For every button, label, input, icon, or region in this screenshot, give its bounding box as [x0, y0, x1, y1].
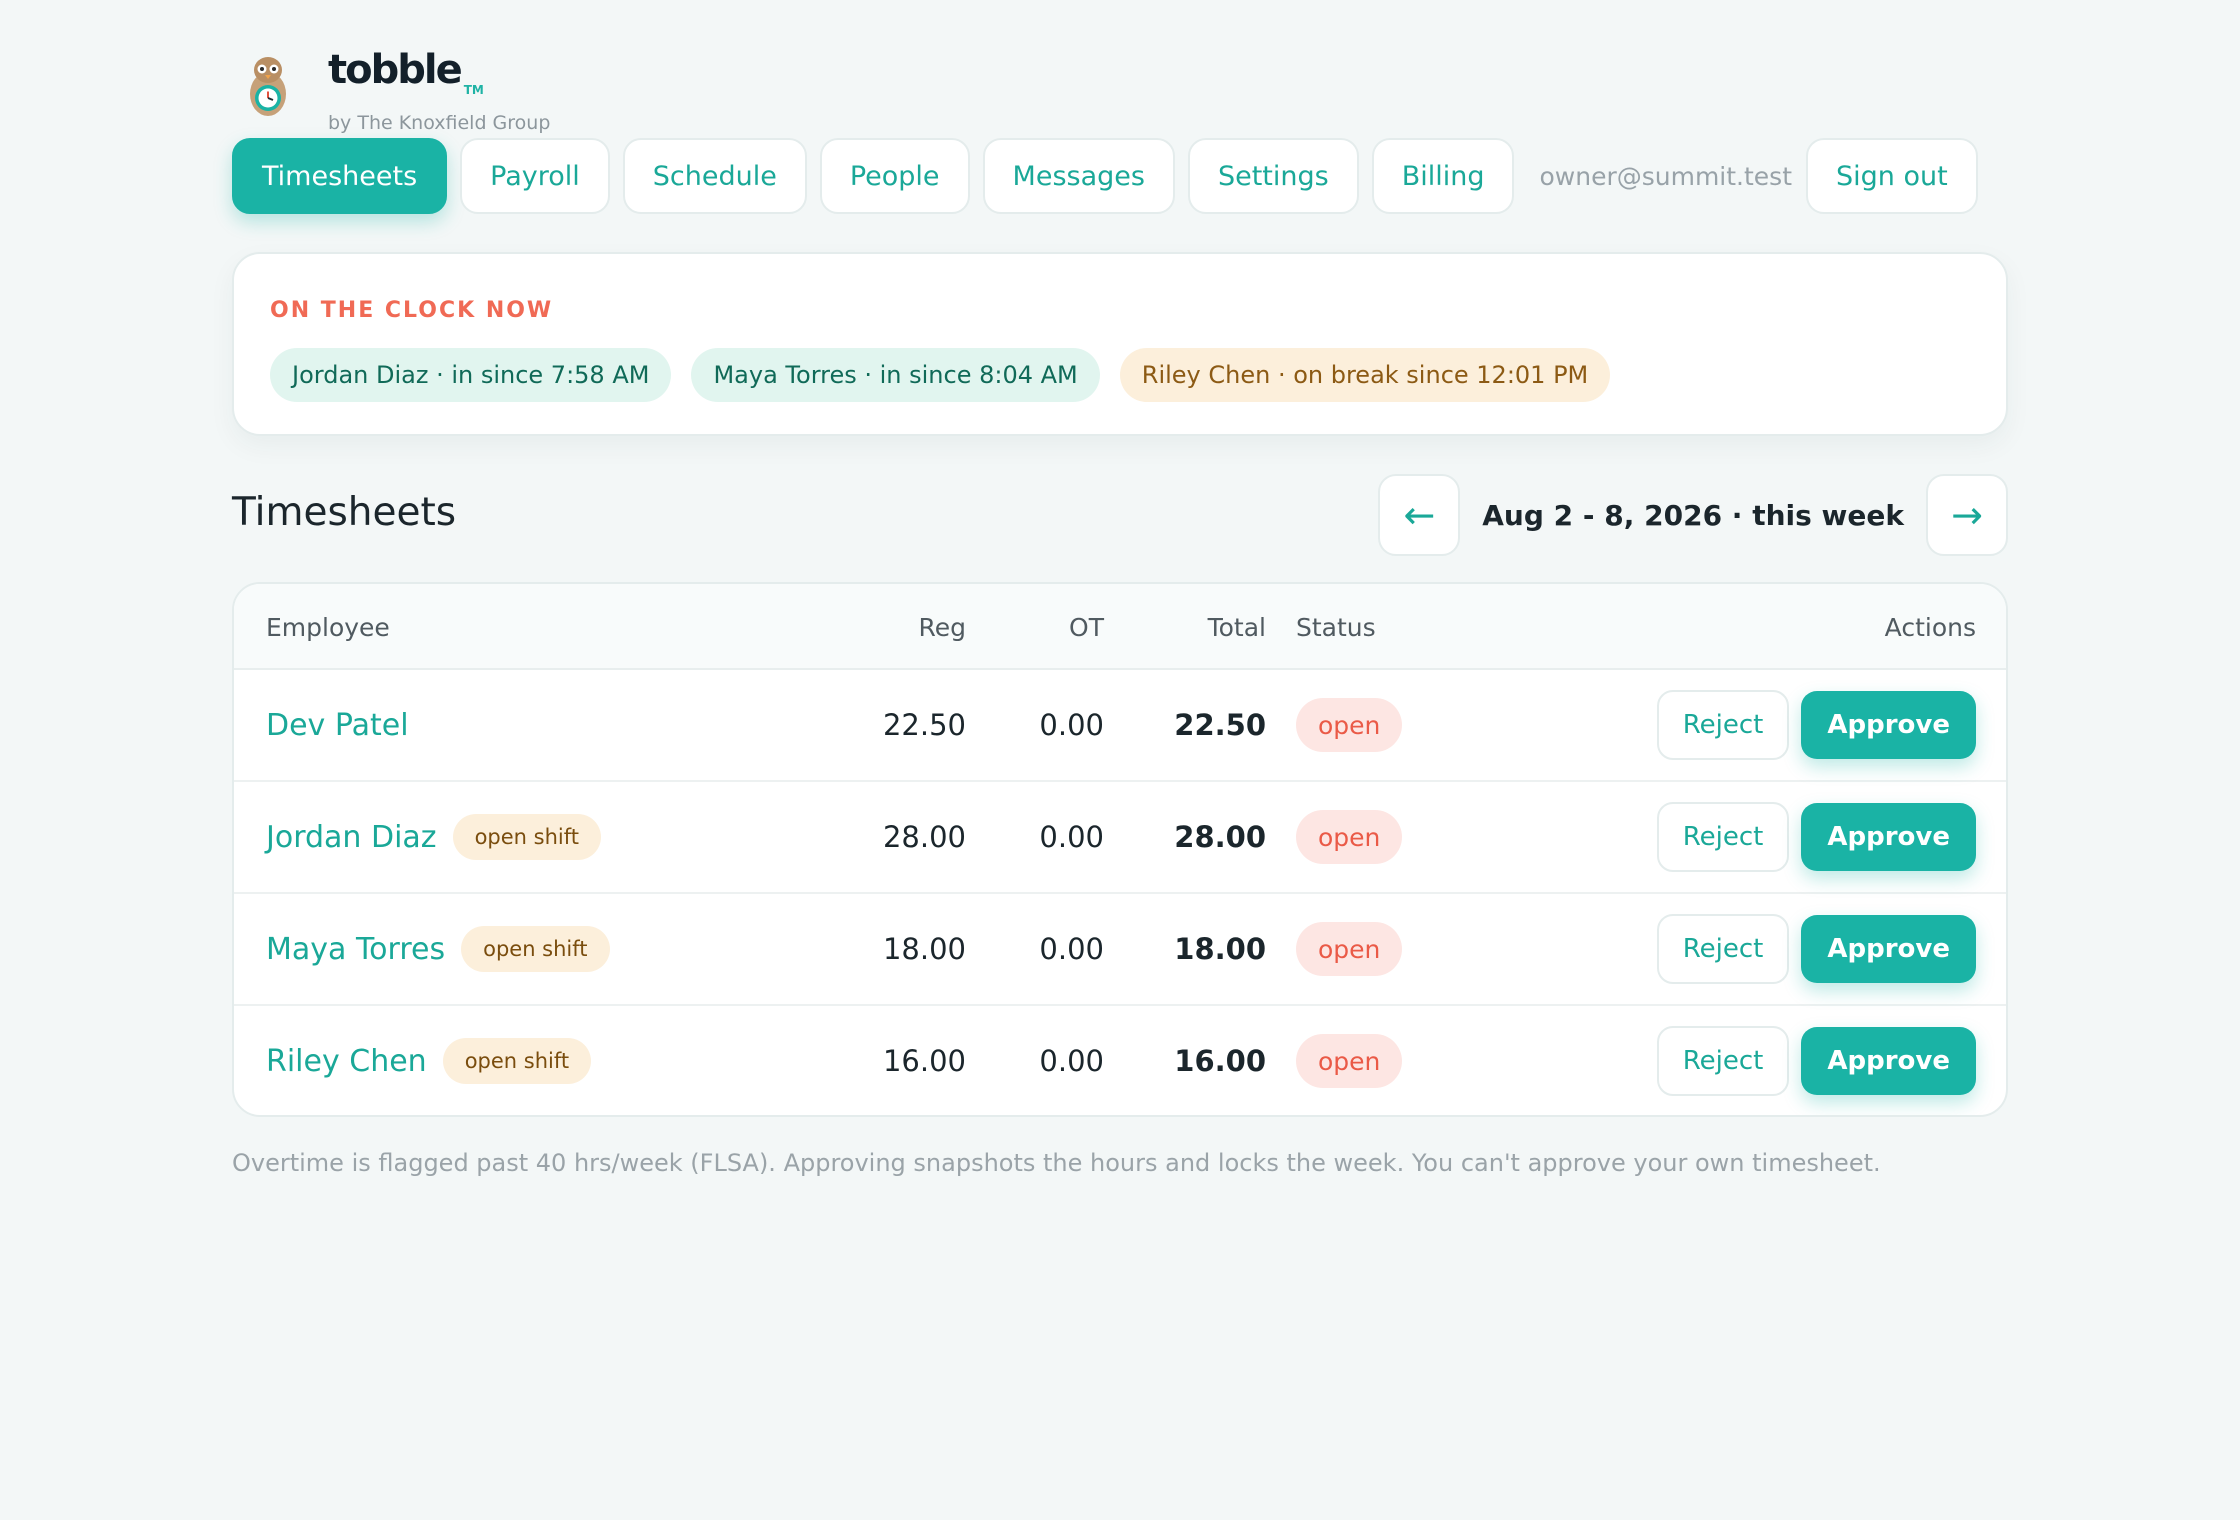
week-navigator: ← Aug 2 - 8, 2026 · this week →	[1378, 474, 2008, 556]
column-header-status: Status	[1296, 612, 1376, 642]
wordmark: tobble TM	[328, 46, 550, 114]
open-shift-badge: open shift	[452, 814, 601, 860]
timesheets-table: Employee Reg OT Total Status Actions Dev…	[232, 582, 2008, 1117]
column-header-total: Total	[1207, 612, 1266, 642]
column-header-employee: Employee	[266, 612, 390, 642]
brand-name: tobble	[328, 47, 463, 93]
clock-entry: Jordan Diaz · in since 7:58 AM	[270, 348, 672, 402]
status-badge: open	[1296, 922, 1403, 976]
approve-button[interactable]: Approve	[1801, 691, 1976, 759]
employee-name-link[interactable]: Dev Patel	[266, 708, 409, 743]
column-header-actions: Actions	[1884, 612, 1976, 642]
on-the-clock-card: ON THE CLOCK NOW Jordan Diaz · in since …	[232, 252, 2008, 436]
table-row: Riley Chen open shift 16.00 0.00 16.00 o…	[234, 1006, 2006, 1115]
arrow-right-icon: →	[1951, 493, 1983, 537]
arrow-left-icon: ←	[1403, 493, 1436, 537]
employee-name-link[interactable]: Maya Torres	[266, 932, 445, 967]
clock-entry: Riley Chen · on break since 12:01 PM	[1119, 348, 1611, 402]
nav-payroll[interactable]: Payroll	[460, 138, 610, 214]
mascot-logo-icon	[246, 54, 290, 118]
nav-people[interactable]: People	[819, 138, 970, 214]
ot-hours: 0.00	[1039, 1044, 1104, 1078]
open-shift-badge: open shift	[442, 1038, 592, 1084]
reg-hours: 16.00	[882, 1044, 966, 1078]
nav-timesheets[interactable]: Timesheets	[232, 138, 448, 214]
sign-out-button[interactable]: Sign out	[1806, 138, 1978, 214]
brand: tobble TM by The Knoxfield Group	[246, 46, 550, 134]
ot-hours: 0.00	[1039, 820, 1104, 854]
status-badge: open	[1296, 698, 1403, 752]
total-hours: 22.50	[1174, 708, 1266, 742]
column-header-ot: OT	[1069, 612, 1104, 642]
on-the-clock-title: ON THE CLOCK NOW	[270, 298, 554, 323]
open-shift-badge: open shift	[461, 926, 610, 972]
brand-byline: by The Knoxfield Group	[328, 112, 551, 134]
table-row: Jordan Diaz open shift 28.00 0.00 28.00 …	[234, 782, 2006, 894]
previous-week-button[interactable]: ←	[1378, 474, 1461, 556]
nav-settings[interactable]: Settings	[1187, 138, 1359, 214]
nav-messages[interactable]: Messages	[982, 138, 1175, 214]
nav-schedule[interactable]: Schedule	[622, 138, 807, 214]
status-badge: open	[1296, 810, 1403, 864]
total-hours: 16.00	[1174, 1044, 1266, 1078]
table-row: Maya Torres open shift 18.00 0.00 18.00 …	[234, 894, 2006, 1006]
table-header: Employee Reg OT Total Status Actions	[234, 584, 2006, 670]
reject-button[interactable]: Reject	[1656, 914, 1790, 984]
approve-button[interactable]: Approve	[1801, 1027, 1976, 1095]
reg-hours: 22.50	[882, 708, 966, 742]
next-week-button[interactable]: →	[1926, 474, 2008, 556]
on-the-clock-list: Jordan Diaz · in since 7:58 AM Maya Torr…	[270, 348, 1630, 402]
user-email: owner@summit.test	[1539, 161, 1793, 191]
column-header-reg: Reg	[918, 612, 967, 642]
clock-entry: Maya Torres · in since 8:04 AM	[691, 348, 1100, 402]
reg-hours: 18.00	[882, 932, 966, 966]
trademark-mark: TM	[463, 83, 484, 97]
employee-name-link[interactable]: Riley Chen	[266, 1044, 427, 1079]
ot-hours: 0.00	[1039, 708, 1104, 742]
reg-hours: 28.00	[882, 820, 966, 854]
page-title: Timesheets	[232, 490, 457, 535]
reject-button[interactable]: Reject	[1656, 1026, 1790, 1096]
nav-billing[interactable]: Billing	[1371, 138, 1515, 214]
total-hours: 28.00	[1174, 820, 1266, 854]
main-nav: Timesheets Payroll Schedule People Messa…	[232, 138, 1991, 214]
ot-hours: 0.00	[1039, 932, 1104, 966]
employee-name-link[interactable]: Jordan Diaz	[266, 820, 437, 855]
approve-button[interactable]: Approve	[1801, 915, 1976, 983]
footnote: Overtime is flagged past 40 hrs/week (FL…	[232, 1149, 1881, 1177]
week-label: Aug 2 - 8, 2026 · this week	[1482, 498, 1904, 532]
reject-button[interactable]: Reject	[1656, 802, 1790, 872]
reject-button[interactable]: Reject	[1656, 690, 1790, 760]
approve-button[interactable]: Approve	[1801, 803, 1976, 871]
total-hours: 18.00	[1174, 932, 1266, 966]
status-badge: open	[1296, 1034, 1403, 1088]
table-row: Dev Patel 22.50 0.00 22.50 open Reject A…	[234, 670, 2006, 782]
